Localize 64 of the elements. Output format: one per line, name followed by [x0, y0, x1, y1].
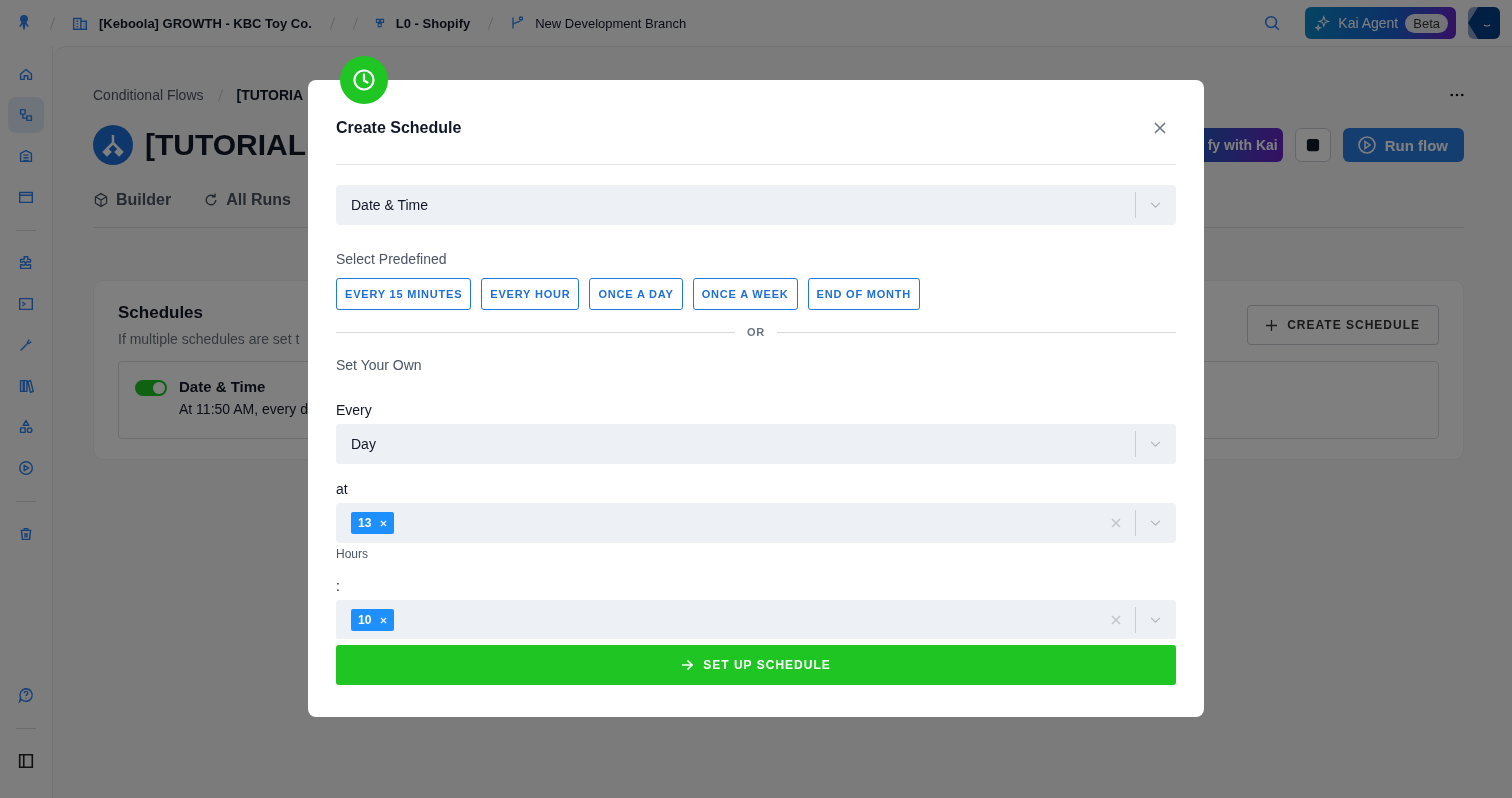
- dialog-title: Create Schedule: [336, 119, 462, 137]
- chevron-down-icon: [1150, 616, 1161, 624]
- close-icon[interactable]: [1154, 122, 1166, 134]
- play-circle-icon: [1356, 135, 1377, 155]
- divider-label: OR: [746, 326, 766, 338]
- preset-button[interactable]: ONCE A DAY: [589, 278, 683, 310]
- arrow-right-icon: [681, 659, 694, 671]
- remove-icon[interactable]: [380, 616, 388, 624]
- clear-icon[interactable]: [1111, 615, 1121, 625]
- search-icon[interactable]: [1263, 14, 1282, 32]
- section-description: If multiple schedules are set t: [118, 331, 300, 347]
- building-icon: [17, 147, 35, 165]
- cube-icon: [93, 192, 109, 208]
- multi-select-field[interactable]: 10: [336, 600, 1176, 639]
- breadcrumb-link[interactable]: Conditional Flows: [93, 87, 204, 103]
- schedule-name: Date & Time: [179, 378, 267, 395]
- clear-icon[interactable]: [1111, 518, 1121, 528]
- preset-button[interactable]: ONCE A WEEK: [692, 278, 798, 310]
- breadcrumb-link[interactable]: [Keboola] GROWTH - KBC Toy Co.: [99, 15, 312, 31]
- field-label: at: [336, 480, 349, 498]
- sidebar-item[interactable]: [8, 97, 44, 133]
- field-label: Select Predefined: [336, 250, 448, 268]
- more-icon[interactable]: [1450, 93, 1464, 97]
- preset-button[interactable]: EVERY HOUR: [481, 278, 580, 310]
- sparkle-icon: [1315, 15, 1332, 31]
- kai-agent-button[interactable]: Kai Agent Beta: [1305, 7, 1456, 39]
- set-up-schedule-button[interactable]: SET UP SCHEDULE: [336, 645, 1176, 685]
- field-hint: Hours: [336, 547, 369, 561]
- create-schedule-button[interactable]: CREATE SCHEDULE: [1247, 305, 1439, 345]
- avatar[interactable]: [1468, 7, 1500, 39]
- field-label: :: [336, 577, 341, 595]
- nodes-icon: [17, 106, 35, 124]
- library-icon: [17, 377, 35, 395]
- stop-icon: [1305, 138, 1320, 152]
- cubes-icon: [373, 17, 386, 29]
- tab[interactable]: All Runs: [203, 189, 291, 211]
- flow-icon: [93, 125, 133, 165]
- run-flow-button[interactable]: Run flow: [1342, 128, 1464, 162]
- breadcrumb-link[interactable]: New Development Branch: [535, 15, 687, 31]
- branch-icon: [509, 15, 526, 31]
- breadcrumb-link[interactable]: L0 - Shopify: [395, 15, 471, 31]
- chevron-down-icon: [1150, 201, 1161, 209]
- multi-select-field[interactable]: 13: [336, 503, 1176, 543]
- chevron-down-icon: [1150, 519, 1161, 527]
- preset-button[interactable]: EVERY 15 MINUTES: [336, 278, 472, 310]
- shapes-icon: [17, 418, 35, 436]
- field-label: Every: [336, 401, 373, 419]
- section-title: Schedules: [118, 303, 205, 323]
- schedule-summary: At 11:50 AM, every d: [179, 401, 308, 417]
- tab[interactable]: Builder: [93, 189, 172, 211]
- select-field[interactable]: Date & Time: [336, 185, 1176, 225]
- preset-button[interactable]: END OF MONTH: [807, 278, 921, 310]
- section-label: Set Your Own: [336, 356, 423, 374]
- value-chip[interactable]: 10: [351, 609, 395, 631]
- select-field[interactable]: Day: [336, 424, 1176, 464]
- plus-icon: [1266, 319, 1278, 331]
- chevron-down-icon: [1150, 440, 1161, 448]
- toggle-switch[interactable]: [135, 380, 167, 396]
- breadcrumb-current: [TUTORIA: [236, 87, 304, 103]
- page-title: [TUTORIAL: [145, 128, 307, 162]
- stop-button[interactable]: [1294, 128, 1331, 162]
- value-chip[interactable]: 13: [351, 512, 395, 534]
- terminal-icon: [17, 295, 35, 313]
- remove-icon[interactable]: [380, 519, 388, 527]
